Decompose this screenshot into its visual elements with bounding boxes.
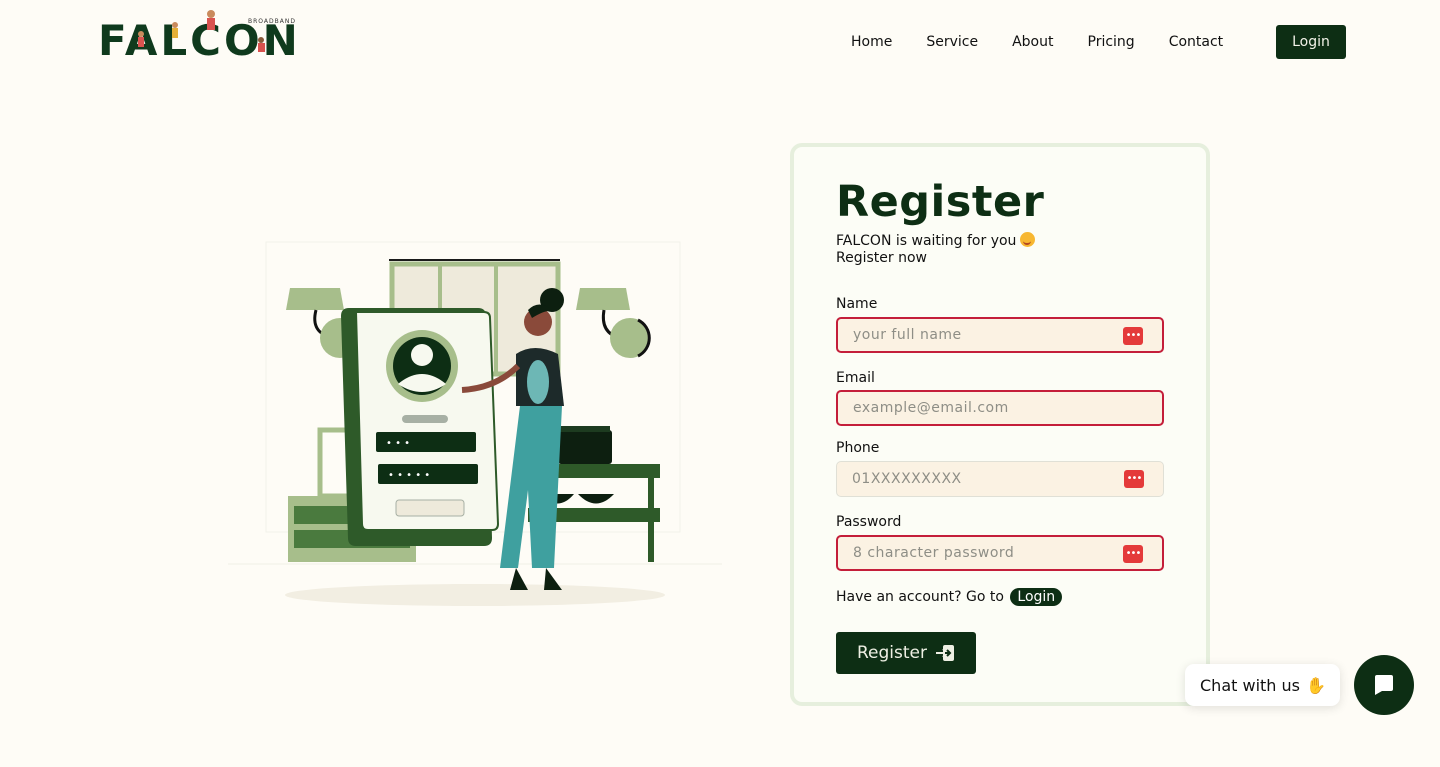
login-arrow-icon — [936, 645, 954, 661]
waving-hand-icon: ✋ — [1305, 675, 1326, 695]
logo[interactable]: FALCON BROADBAND — [98, 6, 298, 64]
register-title: Register — [836, 177, 1045, 227]
password-field[interactable]: 8 character password ••• — [836, 535, 1164, 571]
subtitle-text: FALCON is waiting for you — [836, 233, 1017, 249]
have-account-text: Have an account? Go to Login — [836, 588, 1063, 606]
email-placeholder: example@email.com — [853, 400, 1009, 416]
register-button-label: Register — [857, 643, 927, 663]
chat-bubble-text: Chat with us — [1200, 675, 1300, 695]
register-button[interactable]: Register — [836, 632, 976, 674]
name-label: Name — [836, 296, 878, 312]
smiling-face-icon — [1020, 232, 1036, 247]
login-button[interactable]: Login — [1276, 25, 1346, 59]
chat-icon — [1375, 675, 1393, 695]
phone-label: Phone — [836, 440, 880, 456]
logo-figures-icon — [138, 10, 265, 52]
nav-home[interactable]: Home — [851, 34, 892, 50]
chat-bubble[interactable]: Chat with us ✋ — [1185, 664, 1340, 706]
register-subtitle-2: Register now — [836, 250, 927, 266]
have-account-label: Have an account? Go to — [836, 589, 1004, 605]
phone-placeholder: 01XXXXXXXXX — [852, 471, 962, 487]
password-manager-icon[interactable]: ••• — [1123, 545, 1143, 563]
nav-pricing[interactable]: Pricing — [1088, 34, 1135, 50]
name-field[interactable]: your full name ••• — [836, 317, 1164, 353]
password-manager-icon[interactable]: ••• — [1123, 327, 1143, 345]
svg-text:• • • • •: • • • • • — [388, 470, 430, 481]
email-field[interactable]: example@email.com — [836, 390, 1164, 426]
name-placeholder: your full name — [853, 327, 962, 343]
nav-about[interactable]: About — [1012, 34, 1053, 50]
nav-service[interactable]: Service — [926, 34, 978, 50]
register-card: Register FALCON is waiting for you Regis… — [790, 143, 1210, 706]
main-nav: Home Service About Pricing Contact — [833, 25, 1239, 59]
password-manager-icon[interactable]: ••• — [1124, 470, 1144, 488]
password-label: Password — [836, 514, 902, 530]
email-label: Email — [836, 370, 875, 386]
phone-field[interactable]: 01XXXXXXXXX ••• — [836, 461, 1164, 497]
register-subtitle: FALCON is waiting for you — [836, 232, 1036, 249]
registration-illustration: • • • • • • • • — [228, 241, 722, 606]
chat-button[interactable] — [1354, 655, 1414, 715]
password-placeholder: 8 character password — [853, 545, 1015, 561]
nav-contact[interactable]: Contact — [1169, 34, 1223, 50]
svg-text:• • •: • • • — [386, 438, 410, 449]
login-link[interactable]: Login — [1010, 588, 1063, 606]
